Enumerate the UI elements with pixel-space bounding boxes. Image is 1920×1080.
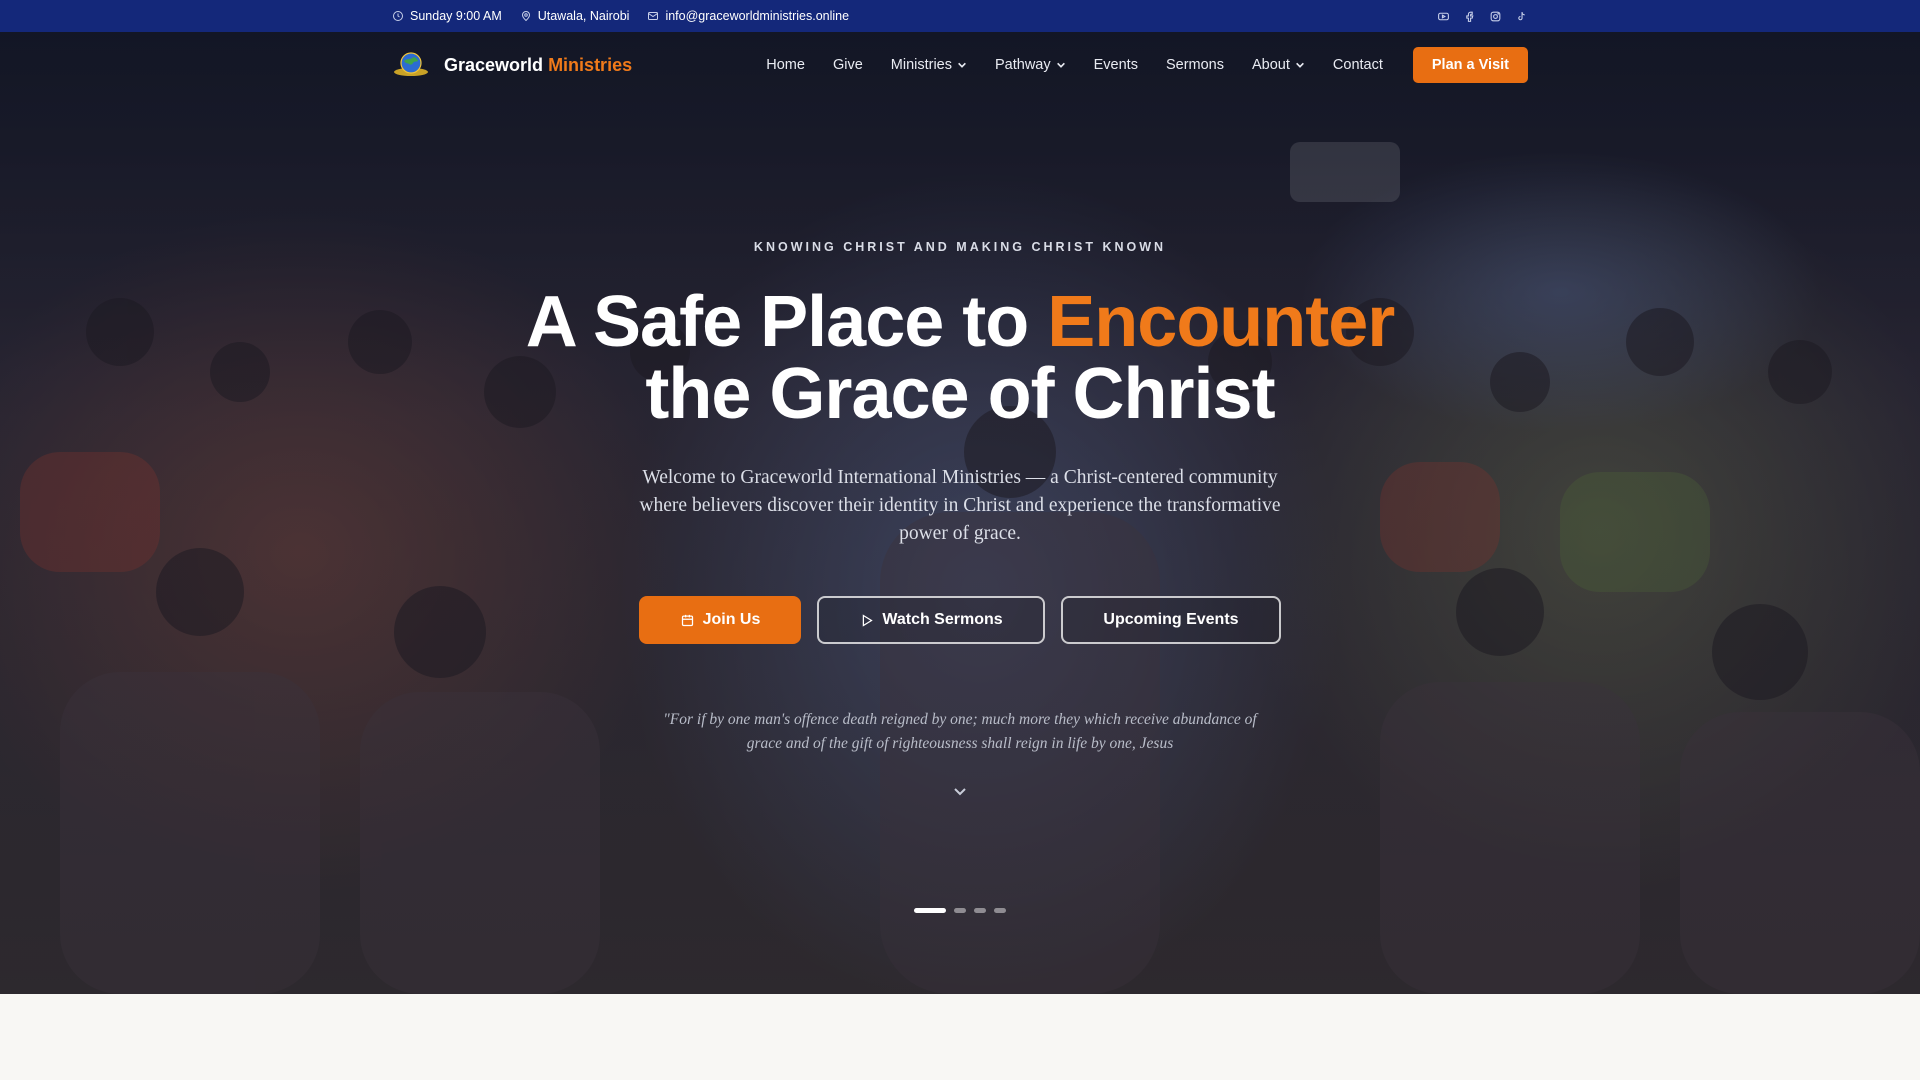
headline-part1: A Safe Place to bbox=[525, 282, 1030, 362]
nav-item-sermons[interactable]: Sermons bbox=[1166, 57, 1224, 73]
scripture-quote: "For if by one man's offence death reign… bbox=[663, 711, 1257, 752]
upcoming-events-label: Upcoming Events bbox=[1103, 611, 1239, 628]
nav-item-about[interactable]: About bbox=[1252, 57, 1305, 73]
join-us-button[interactable]: Join Us bbox=[639, 596, 801, 644]
hero-eyebrow: KNOWING CHRIST AND MAKING CHRIST KNOWN bbox=[753, 240, 1167, 254]
hero-lead: Welcome to Graceworld International Mini… bbox=[639, 467, 1281, 544]
chevron-down-icon bbox=[1295, 62, 1304, 68]
map-pin-icon bbox=[521, 11, 530, 22]
hero-actions: Join Us Watch Sermons Upcoming Events bbox=[0, 596, 1920, 644]
brand[interactable]: Graceworld Ministries bbox=[392, 50, 632, 80]
headline-accent: Encounter bbox=[1047, 282, 1395, 362]
chevron-down-icon bbox=[958, 62, 966, 68]
chevron-down-icon bbox=[1056, 62, 1065, 68]
service-time: Sunday 9:00 AM bbox=[392, 9, 502, 23]
nav-item-events[interactable]: Events bbox=[1094, 57, 1138, 73]
nav-item-label: Ministries bbox=[890, 57, 952, 73]
nav-menu: Home Give Ministries Pathway Events Serm… bbox=[766, 47, 1528, 83]
nav-item-label: Home bbox=[766, 57, 805, 73]
nav-item-label: Give bbox=[832, 57, 863, 73]
nav-item-label: Pathway bbox=[995, 57, 1051, 73]
email-text[interactable]: info@graceworldministries.online bbox=[665, 9, 849, 23]
slide-dot-1[interactable] bbox=[914, 908, 946, 913]
next-section bbox=[0, 994, 1920, 1080]
nav-item-home[interactable]: Home bbox=[766, 57, 805, 73]
mail-icon bbox=[648, 12, 659, 20]
slide-dot-4[interactable] bbox=[994, 908, 1006, 913]
top-info-bar: Sunday 9:00 AM Utawala, Nairobi info@gra… bbox=[0, 0, 1920, 32]
chevron-down-icon[interactable] bbox=[952, 784, 968, 800]
instagram-icon[interactable] bbox=[1489, 10, 1502, 23]
slide-dot-3[interactable] bbox=[974, 908, 986, 913]
join-us-label: Join Us bbox=[702, 611, 761, 628]
tiktok-icon[interactable] bbox=[1515, 10, 1528, 23]
watch-sermons-label: Watch Sermons bbox=[882, 611, 1003, 628]
email-link[interactable]: info@graceworldministries.online bbox=[647, 9, 849, 23]
brand-name-main: Graceworld bbox=[444, 54, 544, 75]
social-links bbox=[1437, 10, 1528, 23]
facebook-icon[interactable] bbox=[1463, 10, 1476, 23]
nav-item-label: Events bbox=[1093, 57, 1138, 73]
nav-item-label: Sermons bbox=[1165, 57, 1224, 73]
location-text: Utawala, Nairobi bbox=[537, 9, 630, 23]
calendar-icon bbox=[681, 614, 693, 626]
contact-info: Sunday 9:00 AM Utawala, Nairobi info@gra… bbox=[392, 9, 849, 23]
brand-name[interactable]: Graceworld Ministries bbox=[444, 55, 632, 76]
service-time-text: Sunday 9:00 AM bbox=[410, 9, 502, 23]
plan-visit-button[interactable]: Plan a Visit bbox=[1412, 47, 1528, 83]
scroll-down-indicator[interactable] bbox=[952, 784, 968, 800]
globe-logo-icon[interactable] bbox=[392, 50, 430, 80]
nav-item-label: Contact bbox=[1332, 57, 1383, 73]
headline-line2: the Grace of Christ bbox=[645, 354, 1275, 434]
slide-indicators bbox=[0, 908, 1920, 913]
play-icon bbox=[863, 613, 874, 627]
nav-item-give[interactable]: Give bbox=[833, 57, 863, 73]
brand-name-accent: Ministries bbox=[548, 54, 633, 75]
location: Utawala, Nairobi bbox=[520, 9, 630, 23]
hero-section: Graceworld Ministries Home Give Ministri… bbox=[0, 32, 1920, 994]
upcoming-events-button[interactable]: Upcoming Events bbox=[1061, 596, 1281, 644]
nav-item-ministries[interactable]: Ministries bbox=[891, 57, 967, 73]
main-nav: Graceworld Ministries Home Give Ministri… bbox=[392, 46, 1528, 84]
youtube-icon[interactable] bbox=[1437, 10, 1450, 23]
watch-sermons-button[interactable]: Watch Sermons bbox=[817, 596, 1045, 644]
clock-icon bbox=[393, 11, 403, 21]
nav-item-pathway[interactable]: Pathway bbox=[995, 57, 1066, 73]
nav-item-contact[interactable]: Contact bbox=[1333, 57, 1383, 73]
slide-dot-2[interactable] bbox=[954, 908, 966, 913]
nav-item-label: About bbox=[1252, 57, 1290, 73]
hero-headline: A Safe Place to Encounter the Grace of C… bbox=[0, 286, 1920, 430]
